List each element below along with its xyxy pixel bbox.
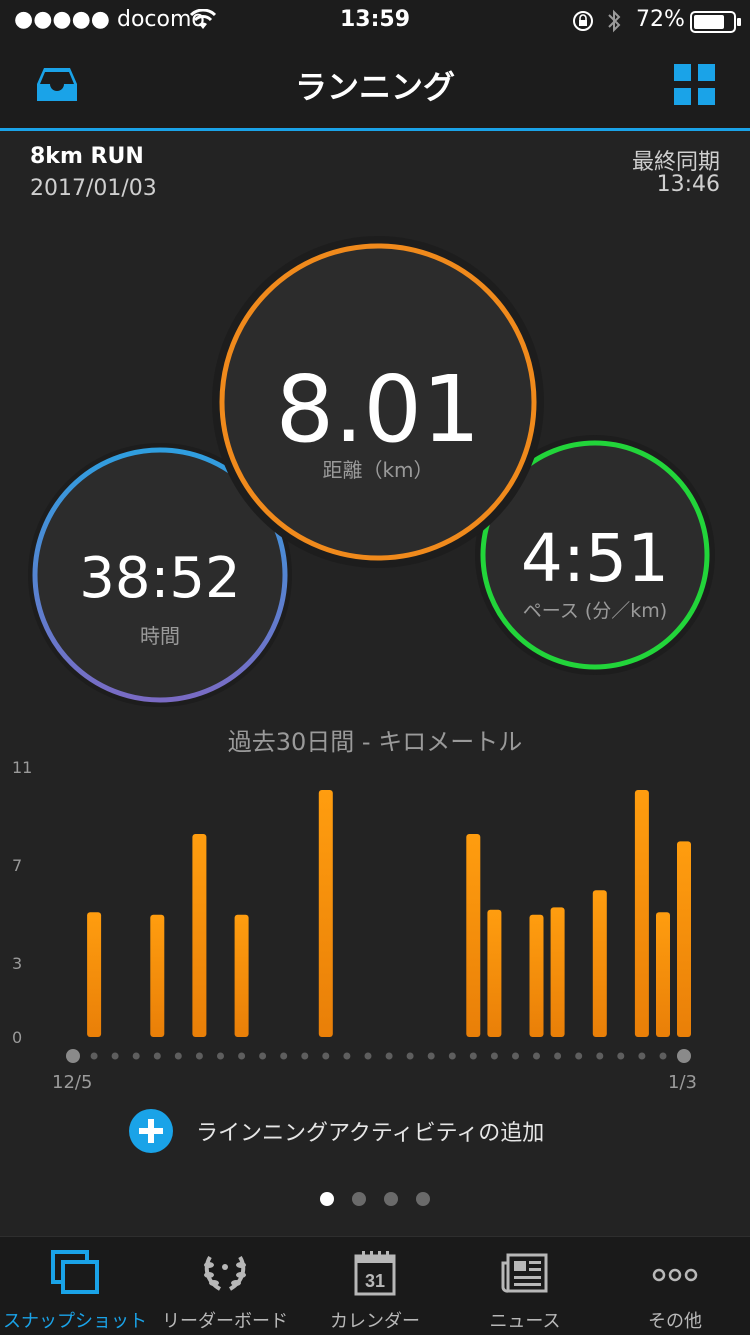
day-dot-28	[638, 1052, 646, 1060]
distance-label: 距離（km）	[322, 458, 434, 482]
day-dot-13	[322, 1052, 330, 1060]
app-header: ランニング	[0, 42, 750, 131]
bar-day-26	[592, 890, 607, 1037]
tab-bar: スナップショット リーダーボード 31 カレンダー ニュース その他	[0, 1236, 750, 1335]
newspaper-icon	[501, 1253, 548, 1293]
workout-name: 8km RUN	[30, 144, 144, 169]
day-dot-29	[659, 1052, 667, 1060]
calendar-icon: 31	[354, 1251, 396, 1296]
day-dot-22	[512, 1052, 519, 1060]
grid-view-icon[interactable]	[674, 64, 716, 106]
distance-value: 8.01	[275, 356, 481, 463]
add-activity-icon[interactable]	[128, 1108, 174, 1154]
tab-label: その他	[648, 1311, 702, 1332]
bar-day-29	[656, 912, 670, 1037]
day-dot-20	[469, 1052, 477, 1060]
day-dot-3	[111, 1052, 119, 1060]
tab-more[interactable]: その他	[600, 1237, 750, 1335]
day-dot-30	[677, 1049, 691, 1063]
page-indicator	[320, 1192, 430, 1206]
last-sync-time: 13:46	[656, 172, 720, 197]
x-start-label: 12/5	[52, 1072, 93, 1093]
tab-label: カレンダー	[330, 1311, 420, 1332]
day-dot-1	[66, 1049, 80, 1063]
day-dot-14	[343, 1052, 351, 1060]
day-dot-11	[280, 1052, 288, 1060]
rotation-lock-icon	[573, 11, 593, 31]
day-dot-18	[427, 1052, 435, 1060]
bar-day-13	[318, 790, 333, 1037]
page-title: ランニング	[294, 68, 455, 106]
bar-day-30	[677, 841, 691, 1037]
day-dot-17	[406, 1052, 414, 1060]
tab-leaderboard[interactable]: リーダーボード	[150, 1237, 300, 1335]
day-dot-12	[301, 1052, 309, 1060]
bar-day-23	[529, 914, 544, 1037]
day-dot-23	[533, 1052, 540, 1060]
day-dot-4	[132, 1052, 140, 1060]
day-dot-5	[153, 1052, 161, 1060]
day-dot-26	[596, 1052, 604, 1060]
chart-title: 過去30日間 - キロメートル	[227, 728, 523, 756]
bar-day-24	[550, 907, 565, 1037]
page-dot-2[interactable]	[352, 1192, 366, 1206]
bar-day-9	[234, 914, 249, 1037]
day-dot-25	[575, 1052, 583, 1060]
bar-day-21	[487, 909, 502, 1037]
page-dot-1[interactable]	[320, 1192, 334, 1206]
add-activity-button[interactable]: ラインニングアクティビティの追加	[196, 1115, 544, 1147]
workout-date: 2017/01/03	[30, 176, 157, 201]
day-dot-27	[617, 1052, 625, 1060]
more-icon	[652, 1268, 698, 1282]
bar-day-2	[87, 912, 102, 1037]
x-end-label: 1/3	[668, 1072, 697, 1093]
day-dot-21	[490, 1052, 498, 1060]
tab-calendar[interactable]: 31 カレンダー	[300, 1237, 450, 1335]
tab-label: ニュース	[489, 1311, 561, 1332]
day-dot-15	[364, 1052, 372, 1060]
bar-day-5	[150, 914, 165, 1037]
battery-percent: 72%	[636, 7, 685, 32]
bar-day-28	[634, 790, 649, 1037]
day-dot-7	[195, 1052, 203, 1060]
day-dot-19	[448, 1052, 456, 1060]
tab-label: リーダーボード	[162, 1311, 288, 1332]
day-dot-8	[217, 1052, 224, 1060]
day-dot-16	[385, 1052, 393, 1060]
tab-label: スナップショット	[3, 1311, 147, 1332]
distance-bar-chart	[66, 790, 691, 1063]
bar-day-7	[192, 834, 207, 1037]
pace-label: ペース (分／km)	[522, 600, 668, 622]
pace-value: 4:51	[520, 520, 670, 597]
day-dot-9	[238, 1052, 246, 1060]
day-dot-6	[174, 1052, 182, 1060]
battery-icon	[690, 11, 741, 33]
day-dot-24	[554, 1052, 562, 1060]
status-bar: ●●●●● docomo 13:59 72%	[0, 0, 750, 42]
tab-news[interactable]: ニュース	[450, 1237, 600, 1335]
bar-day-20	[466, 834, 481, 1037]
calendar-day: 31	[365, 1271, 385, 1291]
day-dot-10	[259, 1052, 267, 1060]
time-value: 38:52	[79, 546, 241, 611]
time-label: 時間	[140, 624, 180, 648]
laurel-icon	[204, 1255, 246, 1291]
page-dot-3[interactable]	[384, 1192, 398, 1206]
day-dot-2	[90, 1052, 98, 1060]
bluetooth-icon	[608, 9, 621, 33]
snapshot-icon	[51, 1250, 99, 1294]
page-dot-4[interactable]	[416, 1192, 430, 1206]
tab-snapshot[interactable]: スナップショット	[0, 1237, 150, 1335]
